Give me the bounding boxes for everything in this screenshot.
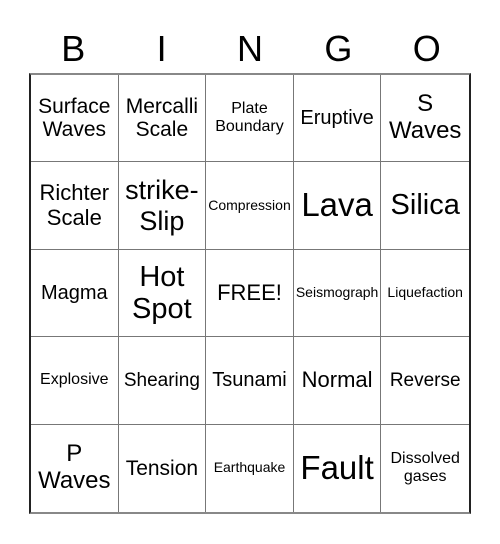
bingo-cell[interactable]: Normal bbox=[293, 337, 382, 425]
bingo-cell[interactable]: Surface Waves bbox=[31, 75, 119, 163]
header-letter-i: I bbox=[156, 28, 167, 69]
header-letter-b: B bbox=[61, 28, 86, 69]
bingo-cell[interactable]: Compression bbox=[206, 162, 294, 250]
bingo-header: B I N G O bbox=[29, 26, 471, 72]
header-letter-n: N bbox=[236, 28, 263, 69]
header-letter-g: G bbox=[324, 28, 353, 69]
bingo-cell[interactable]: Mercalli Scale bbox=[118, 75, 207, 163]
header-letter-o: O bbox=[412, 28, 441, 69]
bingo-cell[interactable]: Seismograph bbox=[293, 249, 382, 338]
bingo-cell[interactable]: Earthquake bbox=[206, 424, 294, 512]
bingo-cell[interactable]: Magma bbox=[31, 249, 119, 338]
bingo-cell[interactable]: Plate Boundary bbox=[206, 75, 294, 163]
bingo-cell[interactable]: Shearing bbox=[118, 337, 207, 425]
bingo-cell[interactable]: Liquefaction bbox=[381, 250, 469, 338]
bingo-cell[interactable]: Eruptive bbox=[293, 75, 382, 163]
bingo-cell[interactable]: Silica bbox=[381, 162, 469, 250]
bingo-cell[interactable]: Fault bbox=[294, 424, 382, 512]
bingo-cell[interactable]: P Waves bbox=[31, 424, 119, 512]
bingo-cell[interactable]: strike-Slip bbox=[118, 162, 207, 250]
bingo-cell[interactable]: Tension bbox=[119, 424, 207, 512]
free-space-cell[interactable]: FREE! bbox=[206, 249, 294, 338]
bingo-cell[interactable]: Lava bbox=[293, 162, 382, 250]
bingo-cell[interactable]: Dissolved gases bbox=[381, 425, 469, 512]
bingo-cell[interactable]: Reverse bbox=[381, 337, 469, 425]
bingo-cell[interactable]: S Waves bbox=[381, 75, 469, 163]
bingo-cell[interactable]: Hot Spot bbox=[118, 249, 207, 338]
bingo-cell[interactable]: Explosive bbox=[31, 337, 119, 425]
bingo-grid: Surface Waves Mercalli Scale Plate Bound… bbox=[29, 73, 471, 514]
bingo-cell[interactable]: Richter Scale bbox=[31, 162, 119, 250]
bingo-cell[interactable]: Tsunami bbox=[206, 337, 294, 425]
